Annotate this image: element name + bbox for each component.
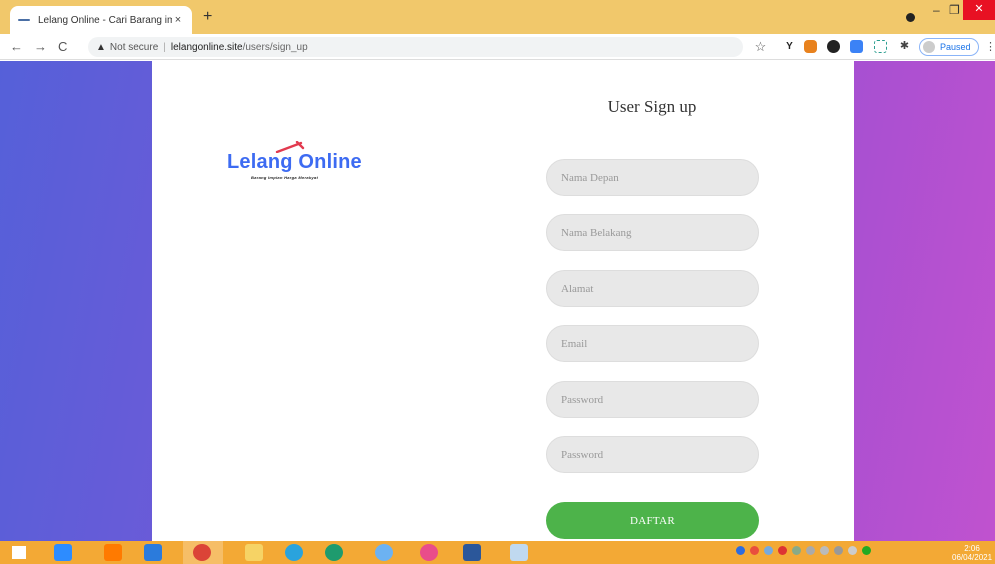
browser-toolbar: ← → C ▲ Not secure | lelangonline.site/u… <box>0 34 995 60</box>
profile-paused-button[interactable]: Paused <box>919 38 979 56</box>
tray-icon[interactable] <box>778 546 787 555</box>
forward-icon[interactable]: → <box>34 39 47 54</box>
tray-icon[interactable] <box>806 546 815 555</box>
more-menu-icon[interactable]: ⋮ <box>985 40 995 53</box>
password-input[interactable] <box>546 381 759 418</box>
address-separator: | <box>163 41 166 53</box>
metamask-icon[interactable] <box>804 40 817 53</box>
tab-title: Lelang Online - Cari Barang imp <box>38 14 172 26</box>
browser-tab[interactable]: Lelang Online - Cari Barang imp × <box>10 6 192 34</box>
daftar-button[interactable]: DAFTAR <box>546 502 759 539</box>
extensions-puzzle-icon[interactable]: ✱ <box>898 40 911 53</box>
url-path: /users/sign_up <box>242 41 308 53</box>
security-label: Not secure <box>109 41 159 53</box>
page-title: User Sign up <box>607 97 697 116</box>
chrome-icon[interactable] <box>193 544 211 561</box>
telegram-icon[interactable] <box>285 544 303 561</box>
email-input[interactable] <box>546 325 759 362</box>
app-blue-icon[interactable] <box>375 544 393 561</box>
restore-icon[interactable]: ❐ <box>949 3 960 17</box>
volume-icon[interactable] <box>848 546 857 555</box>
address-bar[interactable]: ▲ Not secure | lelangonline.site/users/s… <box>88 37 743 57</box>
vscode-icon[interactable] <box>144 544 162 561</box>
battery-icon[interactable] <box>834 546 843 555</box>
wifi-icon[interactable] <box>820 546 829 555</box>
url-host: lelangonline.site <box>170 41 243 53</box>
bookmark-star-icon[interactable]: ☆ <box>754 40 767 53</box>
clock-date: 06/04/2021 <box>952 553 993 562</box>
extension-n-icon[interactable] <box>874 40 887 53</box>
music-icon[interactable] <box>420 544 438 561</box>
page-background: Lelang Online Barang Impian Harga Meraky… <box>0 61 995 541</box>
file-explorer-icon[interactable] <box>245 544 263 561</box>
signup-panel: Lelang Online Barang Impian Harga Meraky… <box>152 61 854 541</box>
logo-wordmark: Lelang Online <box>227 151 362 173</box>
tray-icon[interactable] <box>750 546 759 555</box>
tab-close-icon[interactable]: × <box>172 14 184 26</box>
password-confirm-input[interactable] <box>546 436 759 473</box>
new-tab-button[interactable]: + <box>203 9 212 25</box>
site-favicon <box>18 18 32 22</box>
avatar <box>923 41 935 53</box>
back-icon[interactable]: ← <box>10 39 23 54</box>
tray-icon[interactable] <box>736 546 745 555</box>
site-logo[interactable]: Lelang Online Barang Impian Harga Meraky… <box>227 141 367 180</box>
profile-dot-icon[interactable] <box>906 13 915 22</box>
tray-icon[interactable] <box>792 546 801 555</box>
reload-icon[interactable]: C <box>58 39 67 54</box>
browser-tab-strip: Lelang Online - Cari Barang imp × + – ❐ … <box>0 0 995 34</box>
sublime-icon[interactable] <box>104 544 122 561</box>
first-name-input[interactable] <box>546 159 759 196</box>
windows-start-icon[interactable] <box>12 546 26 559</box>
word-icon[interactable] <box>463 544 481 561</box>
last-name-input[interactable] <box>546 214 759 251</box>
extension-blue-icon[interactable] <box>850 40 863 53</box>
edge-icon[interactable] <box>325 544 343 561</box>
clock-time: 2:06 <box>964 544 980 553</box>
taskbar-clock[interactable]: 2:06 06/04/2021 <box>952 544 992 562</box>
minimize-icon[interactable]: – <box>933 3 940 17</box>
warning-icon: ▲ <box>96 41 106 53</box>
zoom-icon[interactable] <box>54 544 72 561</box>
profile-status: Paused <box>940 42 971 52</box>
paint-icon[interactable] <box>510 544 528 561</box>
windows-taskbar: 2:06 06/04/2021 <box>0 541 995 564</box>
window-close-icon[interactable]: ✕ <box>963 0 995 20</box>
system-tray <box>736 546 871 555</box>
tray-icon[interactable] <box>764 546 773 555</box>
extension-dark-icon[interactable] <box>827 40 840 53</box>
address-input[interactable] <box>546 270 759 307</box>
logo-tagline: Barang Impian Harga Merakyat <box>251 175 319 180</box>
drive-icon[interactable] <box>862 546 871 555</box>
extension-y-icon[interactable]: Y <box>783 40 796 53</box>
